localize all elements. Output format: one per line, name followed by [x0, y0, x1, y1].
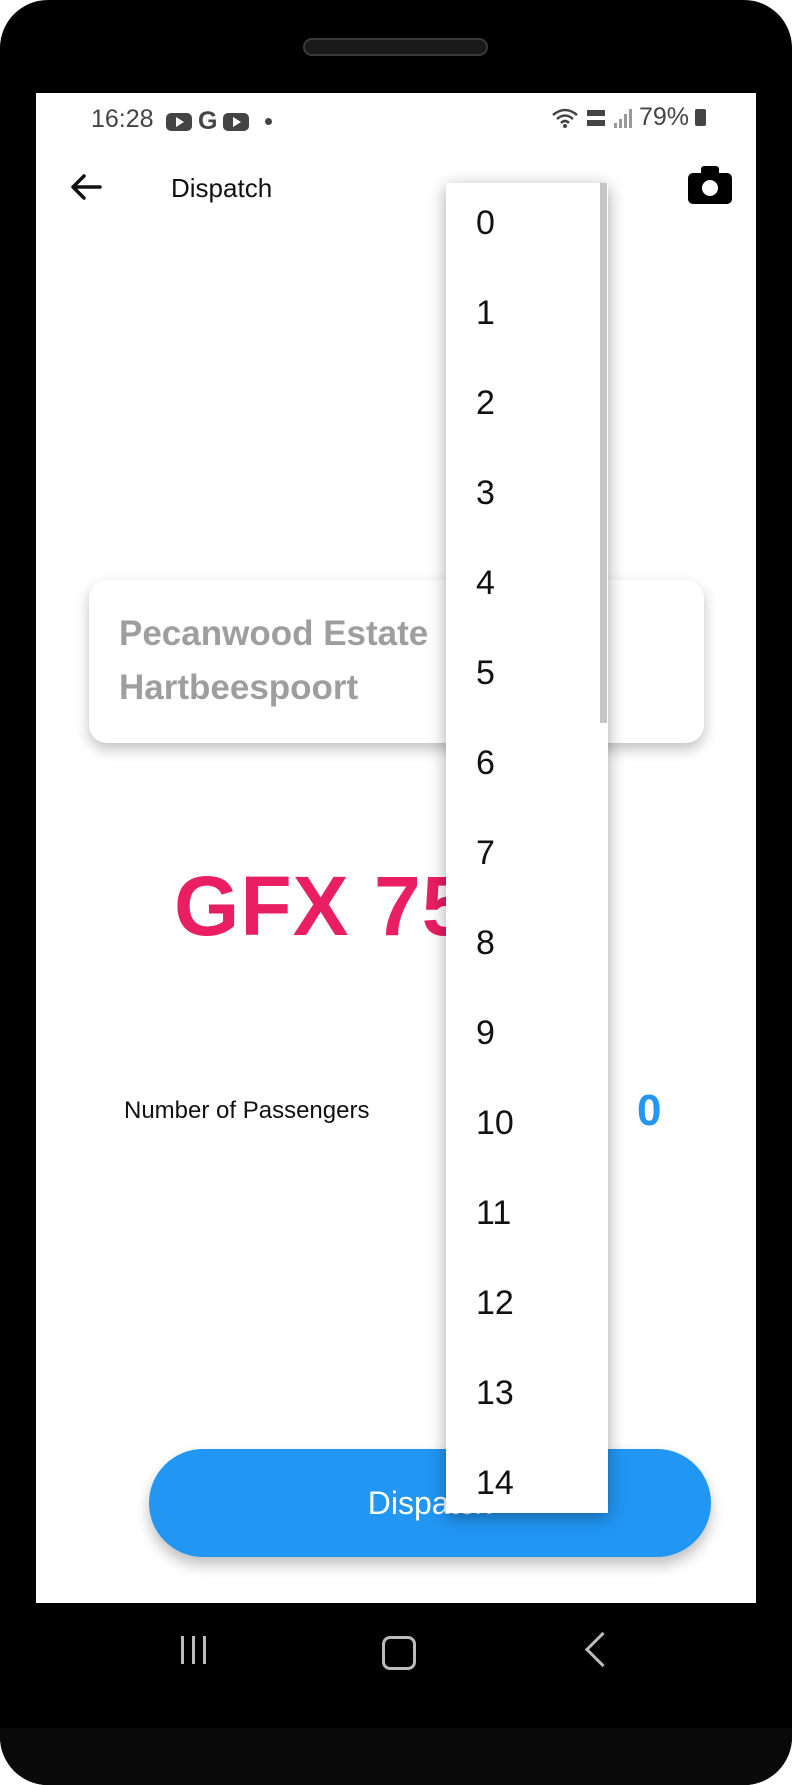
volte-icon [586, 109, 605, 126]
home-icon[interactable] [382, 1636, 416, 1670]
status-bar: 16:28 G 79% [36, 93, 756, 145]
google-icon: G [198, 107, 218, 135]
dropdown-option-1[interactable]: 1 [476, 283, 495, 373]
app-screen: 16:28 G 79% Dispatch Pecanwood Estate Ha… [36, 93, 756, 1603]
dropdown-option-8[interactable]: 8 [476, 913, 495, 1003]
battery-percent: 79% [638, 103, 689, 131]
battery-icon [695, 109, 706, 126]
dropdown-option-7[interactable]: 7 [476, 823, 495, 913]
dropdown-option-9[interactable]: 9 [476, 1003, 495, 1093]
camera-icon[interactable] [687, 165, 733, 205]
signal-icon [613, 108, 632, 128]
youtube-icon [223, 112, 250, 131]
dropdown-option-13[interactable]: 13 [476, 1363, 514, 1453]
dropdown-option-12[interactable]: 12 [476, 1273, 514, 1363]
vehicle-plate: GFX 75 [174, 859, 470, 953]
youtube-icon [166, 112, 192, 131]
wifi-icon [552, 108, 578, 128]
system-nav-bar [0, 1603, 792, 1728]
status-time: 16:28 [91, 105, 154, 133]
passengers-dropdown-value[interactable]: 0 [637, 1086, 661, 1136]
dropdown-option-11[interactable]: 11 [476, 1183, 511, 1273]
dropdown-option-14[interactable]: 14 [476, 1453, 514, 1513]
back-icon[interactable] [584, 1631, 621, 1668]
system-status: 79% [551, 103, 706, 132]
dispatch-button[interactable]: Dispatch [149, 1449, 711, 1557]
passengers-dropdown-menu[interactable]: 0 1 2 3 4 5 6 7 8 9 10 11 12 13 14 [446, 183, 608, 1513]
location-card: Pecanwood Estate Hartbeespoort [89, 580, 704, 743]
app-bar: Dispatch [36, 145, 756, 235]
recents-icon[interactable] [181, 1636, 211, 1666]
dropdown-option-4[interactable]: 4 [476, 553, 495, 643]
dropdown-option-5[interactable]: 5 [476, 643, 495, 733]
dropdown-option-2[interactable]: 2 [476, 373, 495, 463]
dropdown-option-6[interactable]: 6 [476, 733, 495, 823]
dropdown-option-10[interactable]: 10 [476, 1093, 514, 1183]
earpiece-speaker [303, 38, 488, 56]
location-line1: Pecanwood Estate [119, 614, 429, 653]
location-line2: Hartbeespoort [119, 668, 359, 707]
dropdown-option-3[interactable]: 3 [476, 463, 495, 553]
passengers-label: Number of Passengers [124, 1097, 370, 1124]
arrow-left-icon[interactable] [66, 167, 106, 207]
dropdown-option-0[interactable]: 0 [476, 193, 495, 283]
dot-icon [265, 118, 273, 125]
dropdown-scrollbar[interactable] [600, 183, 607, 723]
phone-chin [0, 1728, 792, 1785]
page-title: Dispatch [171, 173, 273, 203]
phone-frame: 16:28 G 79% Dispatch Pecanwood Estate Ha… [0, 0, 792, 1785]
notification-icons: G [166, 107, 273, 136]
